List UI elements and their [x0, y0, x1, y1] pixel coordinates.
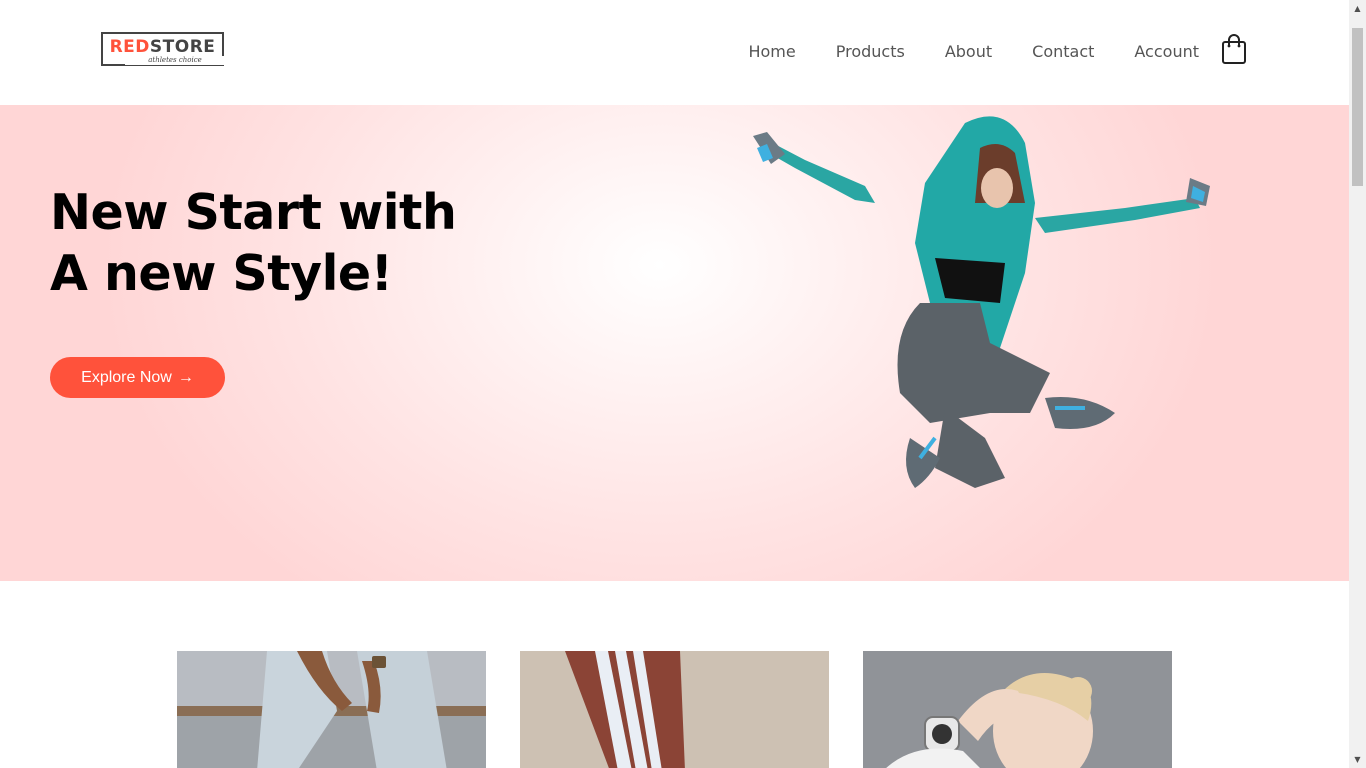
nav-about[interactable]: About	[945, 42, 992, 62]
jumping-dancer-image	[753, 116, 1210, 488]
category-image-track-pants[interactable]	[520, 651, 829, 768]
navbar: REDSTORE athletes choice Home Products A…	[0, 0, 1349, 105]
scroll-down-icon[interactable]: ▼	[1349, 751, 1366, 768]
hero-title: New Start with A new Style!	[50, 184, 457, 302]
logo-wordmark: REDSTORE	[109, 37, 216, 57]
shopping-bag-icon[interactable]	[1219, 33, 1249, 65]
category-image-jeans[interactable]	[177, 651, 486, 768]
scroll-up-icon[interactable]: ▲	[1349, 0, 1366, 17]
nav-products[interactable]: Products	[836, 42, 905, 62]
nav-account[interactable]: Account	[1134, 42, 1199, 62]
arrow-right-icon: →	[177, 368, 194, 386]
hero-banner: New Start with A new Style! Explore Now →	[0, 105, 1349, 581]
vertical-scrollbar[interactable]: ▲ ▼	[1349, 0, 1366, 768]
scrollbar-thumb[interactable]	[1352, 28, 1363, 186]
nav-contact[interactable]: Contact	[1032, 42, 1094, 62]
category-image-fitness[interactable]	[863, 651, 1172, 768]
explore-now-label: Explore Now	[81, 368, 172, 386]
explore-now-button[interactable]: Explore Now →	[50, 357, 225, 398]
logo-tagline: athletes choice	[125, 56, 225, 65]
main-nav: Home Products About Contact Account	[748, 42, 1199, 62]
store-logo[interactable]: REDSTORE athletes choice	[101, 32, 225, 66]
nav-home[interactable]: Home	[748, 42, 795, 62]
